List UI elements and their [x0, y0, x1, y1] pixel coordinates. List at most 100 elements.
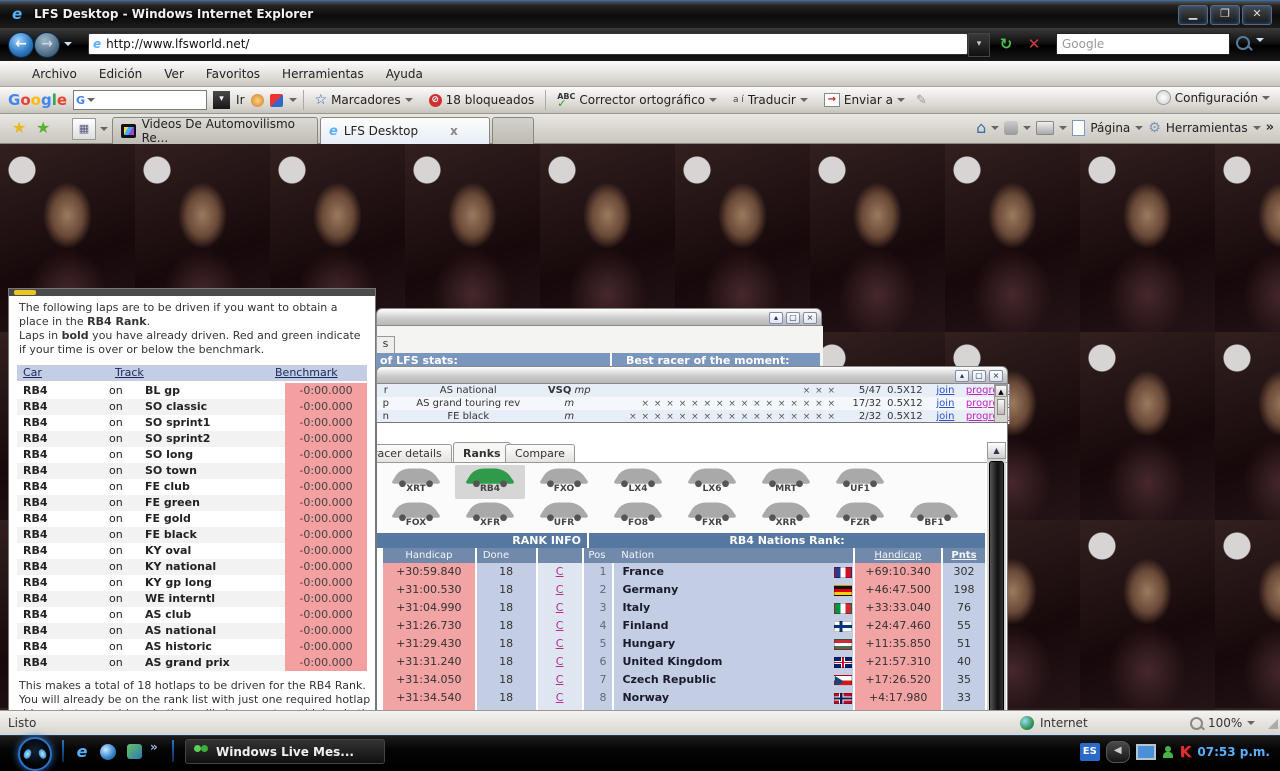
chart-link[interactable]: C [556, 655, 564, 668]
chart-link[interactable]: C [556, 565, 564, 578]
refresh-button[interactable]: ↻ [994, 33, 1018, 55]
restore-button[interactable]: ❐ [1210, 5, 1240, 25]
stats-window-titlebar[interactable]: ▴ ▢ × [376, 308, 822, 326]
google-search-dropdown[interactable]: ▾ [213, 91, 231, 109]
car-fxr[interactable]: FXR [677, 499, 747, 533]
tab-ranks[interactable]: Ranks [453, 442, 511, 462]
menu-ver[interactable]: Ver [154, 64, 194, 84]
car-bf1[interactable]: BF1 [899, 499, 969, 533]
host-row[interactable]: r AS national VSQ mp × × × 5/47 0.5X12 j… [377, 384, 1009, 397]
send-to-button[interactable]: → Enviar a [819, 91, 910, 109]
stop-button[interactable]: ✕ [1022, 33, 1046, 55]
car-rb4[interactable]: RB4 [455, 465, 525, 499]
history-dropdown[interactable] [64, 42, 72, 46]
chart-link[interactable]: C [556, 583, 564, 596]
more-commands-chevron[interactable]: » [1266, 120, 1274, 135]
col-handicap-right[interactable]: Handicap [854, 548, 941, 563]
menu-favoritos[interactable]: Favoritos [196, 64, 270, 84]
close-icon[interactable]: × [989, 370, 1003, 382]
car-lx4[interactable]: LX4 [603, 465, 673, 499]
address-dropdown[interactable]: ▾ [968, 33, 990, 57]
car-fo8[interactable]: FO8 [603, 499, 673, 533]
nation-rank-row[interactable]: +31:31.240 18 C 6 United Kingdom +21:57.… [377, 653, 985, 671]
chevron-down-icon[interactable] [991, 125, 1000, 130]
host-row[interactable]: p AS grand touring rev m × × × × × × × ×… [377, 397, 1009, 410]
chevron-down-icon[interactable] [1135, 125, 1144, 130]
toolbar-settings[interactable]: Configuración [1155, 90, 1270, 105]
col-pnts[interactable]: Pnts [942, 548, 985, 563]
join-link[interactable]: join [936, 398, 954, 409]
chevron-down-icon[interactable] [1252, 125, 1261, 130]
network-display-icon[interactable] [1135, 744, 1156, 760]
chart-link[interactable]: C [556, 601, 564, 614]
gear-icon[interactable]: ⚙ [1148, 120, 1161, 136]
sort-track-link[interactable]: Track [115, 366, 144, 379]
new-tab-stub[interactable] [492, 117, 534, 145]
spellcheck-button[interactable]: ABC ✓ Corrector ortográfico [552, 91, 722, 110]
car-uf1[interactable]: UF1 [825, 465, 895, 499]
car-mrt[interactable]: MRT [751, 465, 821, 499]
page-menu-icon[interactable] [1072, 119, 1086, 136]
back-button[interactable]: ← [8, 32, 34, 58]
task-button-messenger[interactable]: Windows Live Mes... [185, 739, 385, 764]
tab-racer-details[interactable]: racer details [377, 444, 452, 462]
ranks-scrollbar[interactable]: ▲ [987, 442, 1006, 710]
address-bar[interactable]: e http://www.lfsworld.net/ [88, 33, 968, 55]
popup-blocked-button[interactable]: ⊘ 18 bloqueados [424, 91, 540, 109]
quicklaunch-browser-icon[interactable] [98, 742, 118, 762]
chevron-down-icon[interactable] [288, 98, 297, 102]
page-menu[interactable]: Página [1090, 121, 1130, 135]
car-xfr[interactable]: XFR [455, 499, 525, 533]
car-ufr[interactable]: UFR [529, 499, 599, 533]
car-fzr[interactable]: FZR [825, 499, 895, 533]
search-input[interactable]: Google [1056, 33, 1230, 55]
tab-compare[interactable]: Compare [505, 444, 575, 462]
messenger-status-icon[interactable] [1162, 746, 1174, 758]
quicklaunch-messenger-icon[interactable] [124, 742, 144, 762]
car-xrt[interactable]: XRT [381, 465, 451, 499]
panel-titlebar-fragment[interactable] [9, 289, 375, 296]
car-xrr[interactable]: XRR [751, 499, 821, 533]
window-resize-grip[interactable] [1268, 719, 1278, 729]
menu-ayuda[interactable]: Ayuda [376, 64, 433, 84]
tray-collapse-button[interactable]: ◀ [1105, 741, 1130, 763]
menu-herramientas[interactable]: Herramientas [272, 64, 374, 84]
tab-list-dropdown[interactable] [100, 127, 108, 131]
join-link[interactable]: join [936, 385, 954, 396]
print-icon[interactable] [1036, 120, 1055, 135]
chart-link[interactable]: C [556, 691, 564, 704]
car-lx6[interactable]: LX6 [677, 465, 747, 499]
search-icon[interactable] [1236, 36, 1250, 50]
bookmarks-button[interactable]: ☆ Marcadores [310, 90, 418, 110]
tab-videos[interactable]: Videos De Automovilismo Re... [112, 117, 318, 145]
translate-button[interactable]: a í Traducir [728, 91, 813, 109]
scroll-thumb[interactable] [989, 461, 1004, 710]
car-fox[interactable]: FOX [381, 499, 451, 533]
add-favorite-icon[interactable]: ★ [36, 118, 50, 137]
maximize-icon[interactable]: ▢ [972, 370, 986, 382]
search-options-dropdown[interactable] [1256, 38, 1264, 42]
nation-rank-row[interactable]: +31:29.430 18 C 5 Hungary +11:35.850 51 [377, 635, 985, 653]
close-icon[interactable]: × [803, 312, 817, 324]
start-button[interactable] [18, 737, 52, 771]
home-icon[interactable]: ⌂ [976, 118, 986, 137]
sort-benchmark-link[interactable]: Benchmark [275, 366, 338, 379]
google-search-input[interactable]: G [73, 90, 208, 110]
car-fxo[interactable]: FXO [529, 465, 599, 499]
language-indicator[interactable]: ES [1079, 743, 1100, 761]
quicklaunch-ie-icon[interactable]: e [72, 742, 92, 762]
tab-lfs-desktop[interactable]: e LFS Desktop x [320, 117, 490, 144]
close-button[interactable]: ✕ [1242, 5, 1272, 25]
menu-archivo[interactable]: Archivo [22, 64, 87, 84]
chart-link[interactable]: C [556, 619, 564, 632]
shade-icon[interactable]: ▴ [955, 370, 969, 382]
go-button[interactable]: Ir [236, 93, 244, 107]
chevron-down-icon[interactable] [1059, 125, 1068, 130]
close-tab-icon[interactable]: x [450, 124, 458, 138]
highlighter-icon[interactable]: ✎ [916, 93, 927, 108]
favorites-star-icon[interactable]: ★ [12, 118, 26, 137]
cube-icon[interactable] [269, 93, 283, 107]
join-link[interactable]: join [936, 411, 954, 422]
nation-rank-row[interactable]: +31:34.540 18 C 8 Norway +4:17.980 33 [377, 689, 985, 707]
hosts-window-titlebar[interactable]: ▴ ▢ × [376, 366, 1008, 384]
